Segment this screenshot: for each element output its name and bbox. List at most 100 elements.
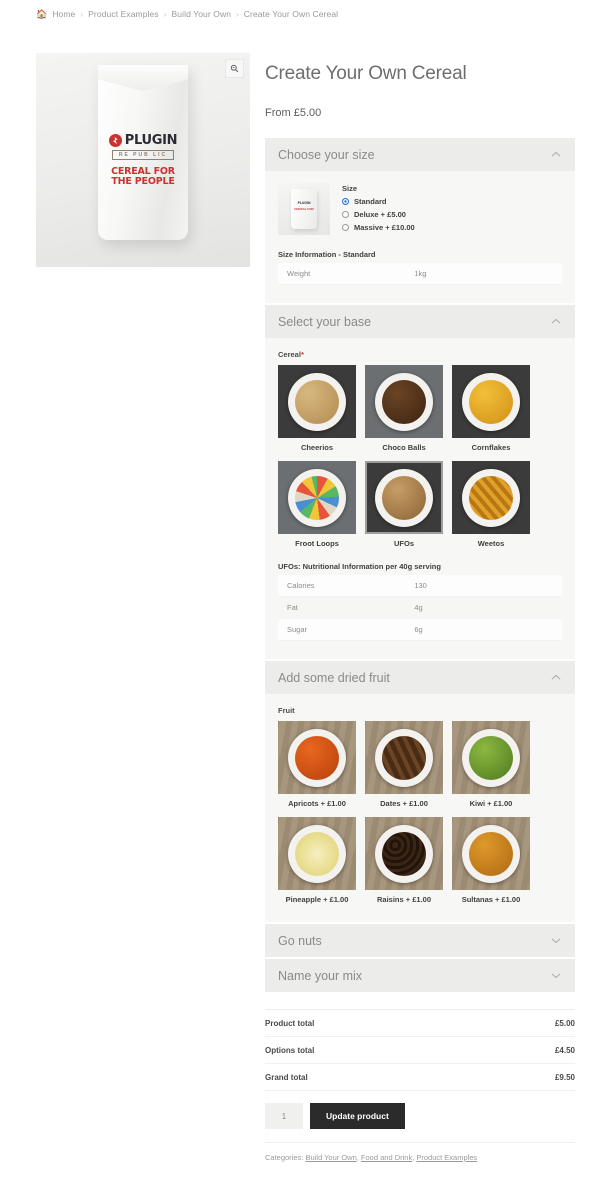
accordion-section-base: Select your base Cereal* Cheerios Choco … — [265, 305, 575, 659]
cereal-option-image-cornflakes[interactable] — [452, 365, 530, 438]
product-photo: PLUGIN RE PUB LIC CEREAL FOR THE PEOPLE — [36, 53, 250, 267]
table-row: Sugar 6g — [278, 618, 562, 641]
accordion-title-nuts: Go nuts — [278, 933, 322, 948]
size-option-row: PLUGIN CEREAL FOR Size Standard Deluxe +… — [278, 183, 562, 236]
radio-icon-deluxe[interactable] — [342, 211, 349, 218]
product-categories: Categories: Build Your Own, Food and Dri… — [265, 1153, 478, 1162]
cereal-option-label: Cornflakes — [471, 443, 511, 452]
accordion-section-name-mix: Name your mix — [265, 959, 575, 992]
accordion-header-fruit[interactable]: Add some dried fruit — [265, 661, 575, 694]
list-item[interactable]: Apricots + £1.00 — [278, 721, 356, 808]
list-item[interactable]: Weetos — [452, 461, 530, 548]
cereal-field-label-text: Cereal — [278, 350, 301, 359]
product-image-gallery[interactable]: PLUGIN RE PUB LIC CEREAL FOR THE PEOPLE — [36, 53, 250, 267]
accordion-header-base[interactable]: Select your base — [265, 305, 575, 338]
zoom-magnifier-icon[interactable] — [226, 60, 243, 77]
chevron-up-icon[interactable] — [551, 317, 561, 327]
product-details-column: Create Your Own Cereal From £5.00 Choose… — [250, 19, 575, 1162]
fruit-option-image-raisins[interactable] — [365, 817, 443, 890]
total-label: Grand total — [265, 1073, 308, 1082]
size-info-name: Weight — [278, 263, 415, 285]
totals-panel: Product total £5.00 Options total £4.50 … — [265, 1009, 575, 1162]
category-link-build-your-own[interactable]: Build Your Own — [305, 1153, 356, 1162]
radio-icon-massive[interactable] — [342, 224, 349, 231]
size-radio-group: Size Standard Deluxe + £5.00 Massive + £… — [342, 183, 415, 236]
chevron-down-icon[interactable] — [551, 971, 561, 981]
cereal-option-image-weetos[interactable] — [452, 461, 530, 534]
total-amount: £5.00 — [554, 1019, 575, 1028]
list-item[interactable]: Dates + £1.00 — [365, 721, 443, 808]
add-to-cart-row: Update product — [265, 1091, 575, 1143]
size-option-standard[interactable]: Standard — [342, 197, 415, 206]
nutrition-name: Calories — [278, 575, 415, 597]
pouch-branding: PLUGIN RE PUB LIC CEREAL FOR THE PEOPLE — [98, 133, 188, 187]
quantity-input[interactable] — [265, 1103, 303, 1129]
table-row: Weight 1kg — [278, 263, 562, 285]
size-option-label: Massive + £10.00 — [354, 223, 415, 232]
fruit-option-image-sultanas[interactable] — [452, 817, 530, 890]
list-item[interactable]: Choco Balls — [365, 365, 443, 452]
cereal-pouch-graphic: PLUGIN RE PUB LIC CEREAL FOR THE PEOPLE — [98, 65, 188, 240]
size-option-label: Standard — [354, 197, 387, 206]
total-row-product: Product total £5.00 — [265, 1010, 575, 1037]
accordion-header-size[interactable]: Choose your size — [265, 138, 575, 171]
product-addons-accordion: Choose your size PLUGIN CEREAL FOR Size … — [265, 138, 575, 992]
radio-icon-standard[interactable] — [342, 198, 349, 205]
list-item[interactable]: Cheerios — [278, 365, 356, 452]
category-link-product-examples[interactable]: Product Examples — [416, 1153, 477, 1162]
accordion-body-base: Cereal* Cheerios Choco Balls Cornflakes … — [265, 338, 575, 659]
size-option-massive[interactable]: Massive + £10.00 — [342, 223, 415, 232]
fruit-option-image-apricots[interactable] — [278, 721, 356, 794]
fruit-option-label: Dates + £1.00 — [380, 799, 428, 808]
accordion-section-nuts: Go nuts — [265, 924, 575, 957]
required-marker: * — [300, 350, 304, 359]
chevron-down-icon[interactable] — [551, 936, 561, 946]
page-title: Create Your Own Cereal — [265, 63, 467, 84]
accordion-title-size: Choose your size — [278, 147, 375, 162]
cereal-option-image-froot-loops[interactable] — [278, 461, 356, 534]
nutrition-name: Sugar — [278, 618, 415, 641]
size-info-value: 1kg — [414, 263, 562, 285]
size-thumb-tagline: CEREAL FOR — [294, 207, 314, 211]
total-amount: £4.50 — [554, 1046, 575, 1055]
fruit-option-label: Kiwi + £1.00 — [469, 799, 513, 808]
cereal-option-grid: Cheerios Choco Balls Cornflakes Froot Lo… — [278, 365, 562, 548]
chevron-up-icon[interactable] — [551, 673, 561, 683]
list-item[interactable]: Cornflakes — [452, 365, 530, 452]
list-item[interactable]: Sultanas + £1.00 — [452, 817, 530, 904]
cereal-option-image-ufos[interactable] — [365, 461, 443, 534]
nutrition-table: Calories 130 Fat 4g Sugar 6g — [278, 575, 562, 641]
chevron-up-icon[interactable] — [551, 150, 561, 160]
cereal-option-label: Weetos — [477, 539, 505, 548]
fruit-option-label: Sultanas + £1.00 — [461, 895, 521, 904]
list-item[interactable]: Froot Loops — [278, 461, 356, 548]
category-link-food-and-drink[interactable]: Food and Drink — [361, 1153, 412, 1162]
update-product-button[interactable]: Update product — [310, 1103, 405, 1129]
cereal-field-label: Cereal* — [278, 350, 562, 359]
size-option-deluxe[interactable]: Deluxe + £5.00 — [342, 210, 415, 219]
size-thumb-brand: PLUGIN — [297, 201, 311, 205]
accordion-header-name-mix[interactable]: Name your mix — [265, 959, 575, 992]
breadcrumb-separator: › — [163, 9, 167, 19]
fruit-option-grid: Apricots + £1.00 Dates + £1.00 Kiwi + £1… — [278, 721, 562, 904]
fruit-field-label: Fruit — [278, 706, 295, 715]
fruit-option-image-pineapple[interactable] — [278, 817, 356, 890]
accordion-header-nuts[interactable]: Go nuts — [265, 924, 575, 957]
cereal-option-image-cheerios[interactable] — [278, 365, 356, 438]
fruit-option-label: Pineapple + £1.00 — [285, 895, 349, 904]
breadcrumb-item-build-your-own[interactable]: Build Your Own — [172, 9, 232, 19]
product-page: PLUGIN RE PUB LIC CEREAL FOR THE PEOPLE — [0, 19, 611, 1162]
product-gallery-column: PLUGIN RE PUB LIC CEREAL FOR THE PEOPLE — [0, 19, 250, 1162]
list-item[interactable]: UFOs — [365, 461, 443, 548]
cereal-option-image-choco-balls[interactable] — [365, 365, 443, 438]
home-icon[interactable]: 🏠 — [36, 9, 47, 19]
fruit-option-image-kiwi[interactable] — [452, 721, 530, 794]
list-item[interactable]: Pineapple + £1.00 — [278, 817, 356, 904]
list-item[interactable]: Kiwi + £1.00 — [452, 721, 530, 808]
fruit-option-image-dates[interactable] — [365, 721, 443, 794]
accordion-body-size: PLUGIN CEREAL FOR Size Standard Deluxe +… — [265, 171, 575, 303]
breadcrumb-item-home[interactable]: Home — [52, 9, 75, 19]
breadcrumb-item-product-examples[interactable]: Product Examples — [88, 9, 159, 19]
list-item[interactable]: Raisins + £1.00 — [365, 817, 443, 904]
accordion-title-base: Select your base — [278, 314, 372, 329]
